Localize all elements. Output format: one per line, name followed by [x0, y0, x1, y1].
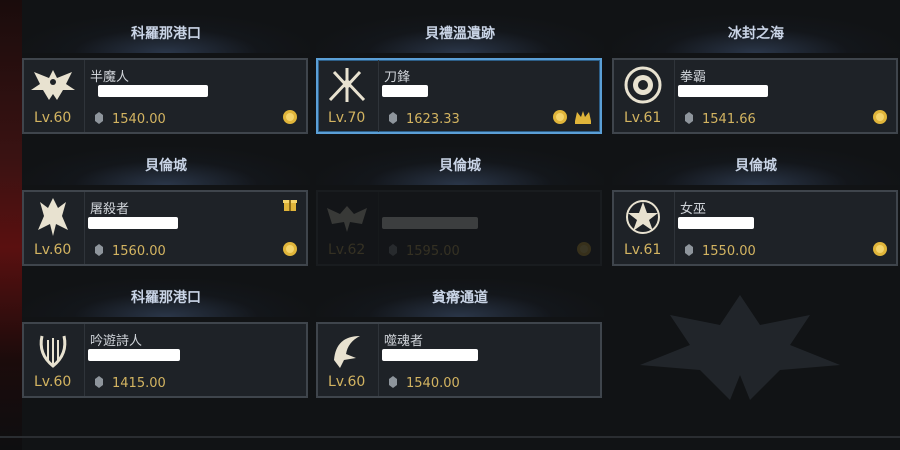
level-label: Lv.60 — [34, 374, 72, 390]
item-level-icon — [685, 244, 693, 256]
level-label: Lv.60 — [328, 374, 366, 390]
item-level: 1560.00 — [112, 244, 166, 259]
item-level-icon — [95, 244, 103, 256]
coin-icon — [553, 110, 567, 124]
demon-wings-icon — [28, 64, 78, 106]
item-level: 1623.33 — [406, 112, 460, 127]
slayer-icon — [28, 196, 78, 238]
card-divider — [378, 192, 379, 264]
class-name: 屠殺者 — [90, 202, 130, 217]
character-name-redacted — [382, 217, 478, 229]
coin-icon — [283, 110, 297, 124]
card-divider — [84, 60, 85, 132]
card-divider — [378, 60, 379, 132]
character-slot[interactable]: 貝倫城 Lv.62 1595.00 — [316, 147, 604, 282]
location-label: 科羅那港口 — [22, 15, 310, 53]
character-card[interactable]: Lv.61 拳霸 1541.66 — [612, 58, 898, 134]
location-label: 貝倫城 — [612, 147, 900, 185]
item-level-icon — [685, 112, 693, 124]
character-card[interactable]: Lv.60 噬魂者 1540.00 — [316, 322, 602, 398]
location-label: 貝禮溫遺跡 — [316, 15, 604, 53]
class-name: 拳霸 — [680, 70, 707, 85]
background-emblem-icon — [640, 295, 840, 400]
gift-icon — [283, 200, 297, 211]
class-name: 女巫 — [680, 202, 707, 217]
character-card[interactable]: Lv.60 半魔人 1540.00 — [22, 58, 308, 134]
character-card[interactable]: Lv.60 吟遊詩人 1415.00 — [22, 322, 308, 398]
class-name: 噬魂者 — [384, 334, 424, 349]
location-label: 科羅那港口 — [22, 279, 310, 317]
item-level: 1540.00 — [112, 112, 166, 127]
background-left-edge — [0, 0, 22, 450]
character-name-redacted — [382, 349, 478, 361]
character-slot[interactable]: 科羅那港口 Lv.60 吟遊詩人 1415.00 — [22, 279, 310, 414]
level-label: Lv.60 — [34, 242, 72, 258]
witch-icon — [618, 196, 668, 238]
character-slot[interactable]: 貝倫城 Lv.60 屠殺者 1560.00 — [22, 147, 310, 282]
item-level-icon — [389, 112, 397, 124]
item-level-icon — [389, 376, 397, 388]
class-name: 刀鋒 — [384, 70, 411, 85]
character-name-redacted — [88, 349, 180, 361]
lyre-icon — [28, 328, 78, 370]
location-label: 貝倫城 — [316, 147, 604, 185]
item-level-icon — [389, 244, 397, 256]
coin-icon — [873, 242, 887, 256]
location-label: 貧瘠通道 — [316, 279, 604, 317]
character-name-redacted — [678, 85, 768, 97]
character-slot[interactable]: 科羅那港口 Lv.60 半魔人 1540.00 — [22, 15, 310, 150]
character-name-redacted — [382, 85, 428, 97]
item-level: 1415.00 — [112, 376, 166, 391]
character-slot[interactable]: 冰封之海 Lv.61 拳霸 1541.66 — [612, 15, 900, 150]
character-slot[interactable]: 貝禮溫遺跡 Lv.70 刀鋒 1623.33 — [316, 15, 604, 150]
character-card[interactable]: Lv.61 女巫 1550.00 — [612, 190, 898, 266]
location-label: 貝倫城 — [22, 147, 310, 185]
level-label: Lv.61 — [624, 110, 662, 126]
card-divider — [84, 324, 85, 396]
card-divider — [84, 192, 85, 264]
character-name-redacted — [678, 217, 754, 229]
class-name: 半魔人 — [90, 70, 130, 85]
coin-icon — [577, 242, 591, 256]
level-label: Lv.70 — [328, 110, 366, 126]
character-card-selected[interactable]: Lv.70 刀鋒 1623.33 — [316, 58, 602, 134]
blade-icon — [322, 64, 372, 106]
item-level: 1541.66 — [702, 112, 756, 127]
card-divider — [674, 192, 675, 264]
character-card-dimmed[interactable]: Lv.62 1595.00 — [316, 190, 602, 266]
item-level: 1540.00 — [406, 376, 460, 391]
class-name: 吟遊詩人 — [90, 334, 143, 349]
character-name-redacted — [98, 85, 208, 97]
item-level: 1550.00 — [702, 244, 756, 259]
crown-icon — [575, 111, 591, 124]
character-slot[interactable]: 貝倫城 Lv.61 女巫 1550.00 — [612, 147, 900, 282]
item-level-icon — [95, 376, 103, 388]
coin-icon — [873, 110, 887, 124]
card-divider — [674, 60, 675, 132]
bat-icon — [322, 196, 372, 238]
character-slot[interactable]: 貧瘠通道 Lv.60 噬魂者 1540.00 — [316, 279, 604, 414]
level-label: Lv.61 — [624, 242, 662, 258]
location-label: 冰封之海 — [612, 15, 900, 53]
reaper-icon — [322, 328, 372, 370]
character-name-redacted — [88, 217, 178, 229]
coin-icon — [283, 242, 297, 256]
level-label: Lv.60 — [34, 110, 72, 126]
character-card[interactable]: Lv.60 屠殺者 1560.00 — [22, 190, 308, 266]
bottom-divider — [0, 436, 900, 438]
item-level: 1595.00 — [406, 244, 460, 259]
card-divider — [378, 324, 379, 396]
fist-emblem-icon — [618, 64, 668, 106]
level-label: Lv.62 — [328, 242, 366, 258]
item-level-icon — [95, 112, 103, 124]
